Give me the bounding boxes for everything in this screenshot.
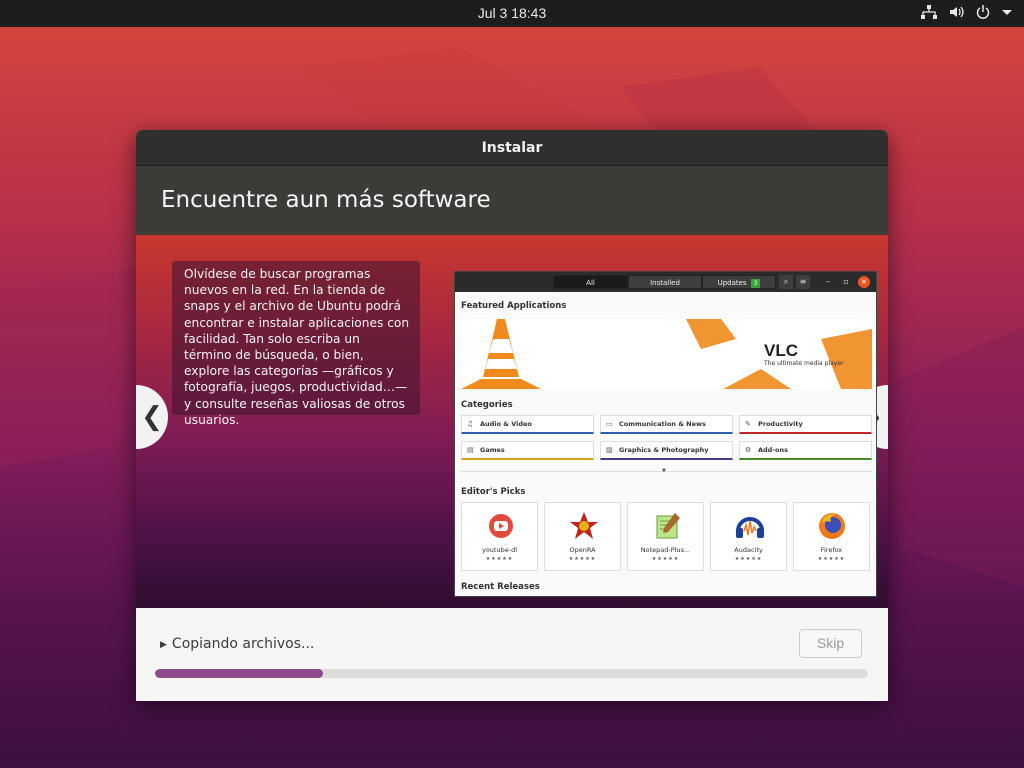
- sc-categories-heading: Categories: [461, 400, 513, 410]
- sc-pick-notepad-plus: Notepad-Plus... ★★★★★: [627, 502, 704, 571]
- system-tray[interactable]: [921, 5, 1012, 19]
- minimize-icon: –: [826, 277, 830, 286]
- image-icon: ▨: [606, 446, 613, 454]
- vlc-subtitle: The ultimate media player: [764, 360, 844, 367]
- sc-tab-installed: Installed: [628, 275, 702, 289]
- progress-bar: [155, 669, 868, 678]
- slide-description: Olvídese de buscar programas nuevos en l…: [172, 261, 420, 427]
- sc-headerbar: All Installed Updates 3 ⌕ ≡ – ▫ ×: [455, 272, 876, 292]
- top-bar: Jul 3 18:43: [0, 0, 1024, 27]
- slide-heading: Encuentre aun más software: [136, 166, 888, 235]
- sc-updates-badge: 3: [750, 279, 761, 288]
- sc-recent-heading: Recent Releases: [461, 582, 540, 592]
- search-icon: ⌕: [779, 275, 793, 289]
- sc-category-productivity: ✎ Productivity: [739, 415, 872, 434]
- gamepad-icon: ▤: [467, 446, 474, 454]
- power-icon[interactable]: [976, 5, 990, 19]
- youtube-dl-icon: [489, 514, 513, 538]
- sc-picks-heading: Editor's Picks: [461, 487, 526, 497]
- previous-slide-button[interactable]: ❮: [136, 385, 168, 449]
- sc-pick-openra: OpenRA ★★★★★: [544, 502, 621, 571]
- slideshow: Olvídese de buscar programas nuevos en l…: [136, 235, 888, 608]
- notepad-icon: [656, 513, 680, 539]
- audacity-icon: [736, 517, 764, 538]
- sc-category-grid: ♫ Audio & Video ▭ Communication & News ✎ Pr…: [461, 415, 872, 460]
- install-progress-area: ▶ Copiando archivos... Skip: [136, 608, 888, 701]
- sc-pick-firefox: Firefox ★★★★★: [793, 502, 870, 571]
- volume-icon[interactable]: [949, 5, 964, 19]
- window-title: Instalar: [136, 130, 888, 166]
- openra-star-icon: [570, 512, 598, 539]
- sc-pick-youtube-dl: youtube-dl ★★★★★: [461, 502, 538, 571]
- clock[interactable]: Jul 3 18:43: [0, 5, 1024, 21]
- skip-button[interactable]: Skip: [799, 629, 862, 658]
- chat-icon: ▭: [606, 420, 613, 428]
- close-icon: ×: [858, 276, 870, 288]
- status-expander[interactable]: ▶ Copiando archivos...: [160, 636, 314, 652]
- sc-divider: [461, 471, 872, 472]
- expander-arrow-icon: ▶: [160, 640, 167, 650]
- progress-fill: [155, 669, 323, 678]
- vlc-banner: VLC The ultimate media player: [461, 319, 872, 389]
- puzzle-icon: ⚙: [745, 446, 752, 454]
- sc-category-audio-video: ♫ Audio & Video: [461, 415, 594, 434]
- sc-featured-heading: Featured Applications: [461, 301, 567, 311]
- installer-window: Instalar Encuentre aun más software Olví…: [136, 130, 888, 701]
- hamburger-icon: ≡: [796, 275, 810, 289]
- expand-arrow-icon: ▼: [662, 468, 666, 474]
- maximize-icon: ▫: [843, 277, 849, 286]
- sc-tab-updates: Updates 3: [702, 275, 776, 289]
- music-note-icon: ♫: [467, 420, 474, 428]
- sc-pick-audacity: Audacity ★★★★★: [710, 502, 787, 571]
- sc-editors-picks: youtube-dl ★★★★★ OpenRA ★★★★★ Notepad-Plus…: [461, 502, 870, 571]
- network-icon[interactable]: [921, 5, 937, 19]
- sc-category-addons: ⚙ Add-ons: [739, 441, 872, 460]
- chevron-left-icon: ❮: [141, 402, 163, 432]
- sc-category-games: ▤ Games: [461, 441, 594, 460]
- firefox-icon: [819, 513, 845, 539]
- vlc-title: VLC: [764, 341, 798, 360]
- menu-arrow-icon[interactable]: [1002, 5, 1012, 19]
- software-center-screenshot: All Installed Updates 3 ⌕ ≡ – ▫ × Feature…: [454, 271, 877, 597]
- status-text: Copiando archivos...: [171, 636, 315, 652]
- vlc-cone-icon: [461, 319, 872, 389]
- pencil-icon: ✎: [745, 420, 751, 428]
- sc-tab-all: All: [553, 275, 628, 289]
- sc-category-graphics: ▨ Graphics & Photography: [600, 441, 733, 460]
- sc-category-communication: ▭ Communication & News: [600, 415, 733, 434]
